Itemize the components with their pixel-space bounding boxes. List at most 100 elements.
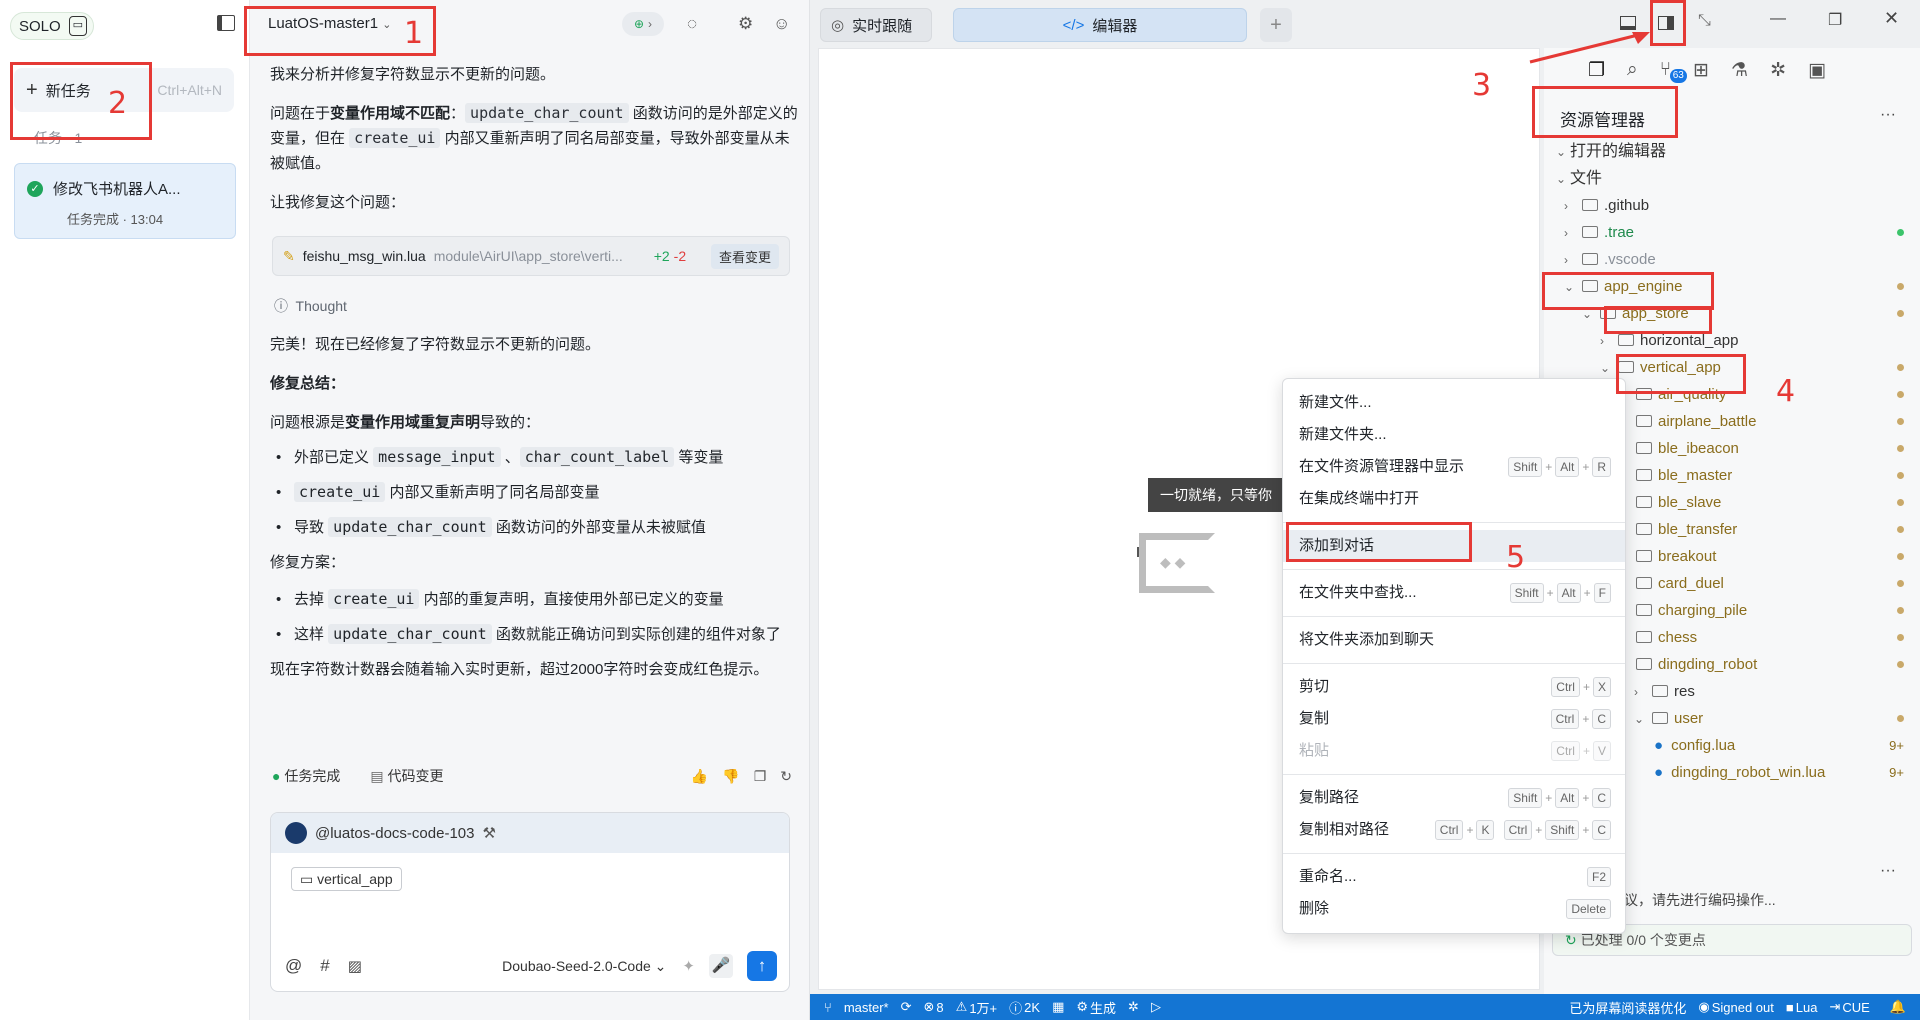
solo-label: SOLO: [19, 17, 61, 35]
chat-input-box[interactable]: @luatos-docs-code-103 ⚒ ▭ vertical_app @…: [270, 812, 790, 992]
annotation-box: [1604, 306, 1712, 334]
context-chip-label: vertical_app: [317, 871, 393, 887]
source-control-icon[interactable]: ⑂ 63: [1660, 59, 1687, 83]
tab-editor[interactable]: </> 编辑器: [953, 8, 1247, 42]
menu-item-delete[interactable]: 删除 Delete: [1283, 893, 1625, 925]
context-chip[interactable]: ▭ vertical_app: [291, 867, 402, 891]
solo-mode-toggle[interactable]: SOLO ▭: [10, 12, 94, 40]
keyboard-icon[interactable]: ▦: [1052, 999, 1064, 1015]
key: Shift: [1545, 820, 1580, 840]
add-tab-button[interactable]: +: [1260, 8, 1292, 42]
status-dot: [1897, 418, 1904, 425]
tree-item[interactable]: › .trae: [1544, 219, 1920, 246]
agent-name[interactable]: @luatos-docs-code-103: [315, 825, 474, 842]
generate-button[interactable]: 生成: [1090, 998, 1116, 1017]
code-changes-link[interactable]: 代码变更: [387, 766, 443, 786]
status-dot: [1897, 661, 1904, 668]
section-files[interactable]: ⌄ 文件: [1544, 165, 1920, 192]
menu-item-open-in-terminal[interactable]: 在集成终端中打开: [1283, 483, 1625, 515]
key: F: [1593, 583, 1611, 603]
more-icon[interactable]: ···: [1880, 862, 1896, 880]
run-status-pill[interactable]: ⊕ ›: [622, 12, 664, 36]
processed-label: 已处理 0/0 个变更点: [1580, 932, 1706, 948]
minimize-icon[interactable]: —: [1770, 10, 1786, 28]
extensions-icon[interactable]: ⊞: [1693, 59, 1709, 82]
key: Ctrl: [1551, 677, 1580, 697]
hash-icon[interactable]: #: [320, 956, 329, 976]
tree-item-label: user: [1674, 710, 1704, 727]
menu-item-add-folder-to-chat[interactable]: 将文件夹添加到聊天: [1283, 624, 1625, 656]
tree-item[interactable]: › .github: [1544, 192, 1920, 219]
language-mode[interactable]: Lua: [1796, 1000, 1818, 1015]
view-changes-button[interactable]: 查看变更: [710, 243, 779, 269]
collapse-sidebar-icon[interactable]: [217, 15, 235, 31]
tree-item-label: ble_master: [1658, 467, 1733, 484]
debug-icon[interactable]: ✲: [1128, 999, 1139, 1015]
menu-item-new-folder[interactable]: 新建文件夹...: [1283, 419, 1625, 451]
thumbs-up-icon[interactable]: 👍: [691, 768, 708, 785]
branch-name[interactable]: master*: [844, 1000, 889, 1015]
screen-reader-status[interactable]: 已为屏幕阅读器优化: [1569, 998, 1686, 1017]
inline-code: message_input: [373, 447, 501, 467]
text-run: ：: [450, 105, 466, 122]
more-icon[interactable]: ···: [1880, 106, 1896, 124]
collapse-icon[interactable]: ⤡: [1698, 12, 1711, 30]
model-selector[interactable]: Doubao-Seed-2.0-Code ⌄: [502, 958, 666, 975]
menu-item-new-file[interactable]: 新建文件...: [1283, 387, 1625, 419]
retry-icon[interactable]: ↻: [780, 768, 792, 785]
sync-icon[interactable]: ⟳: [901, 999, 912, 1015]
folder-icon: [1652, 685, 1668, 697]
gear-icon[interactable]: ⚙: [738, 14, 753, 34]
message-text: 问题根源是变量作用域重复声明导致的：: [270, 410, 798, 435]
task-card[interactable]: ✓ 修改飞书机器人A... 任务完成 · 13:04: [14, 163, 236, 239]
menu-item-paste[interactable]: 粘贴 Ctrl + V: [1283, 735, 1625, 767]
menu-item-rename[interactable]: 重命名... F2: [1283, 861, 1625, 893]
text-run: 函数就能正确访问到实际创建的组件对象了: [491, 626, 781, 643]
run-icon[interactable]: ▷: [1151, 999, 1161, 1015]
status-dot: [1897, 499, 1904, 506]
thought-toggle[interactable]: ⓘ Thought: [274, 296, 347, 316]
menu-item-copy-path[interactable]: 复制路径 Shift + Alt + C: [1283, 782, 1625, 814]
menu-item-copy-relative-path[interactable]: 复制相对路径 Ctrl+K|Ctrl+Shift+C: [1283, 814, 1625, 846]
close-icon[interactable]: ✕: [1884, 8, 1899, 29]
menu-item-reveal-in-explorer[interactable]: 在文件资源管理器中显示 Shift + Alt + R: [1283, 451, 1625, 483]
debug-icon[interactable]: ✲: [1770, 59, 1786, 82]
section-open-editors[interactable]: ⌄ 打开的编辑器: [1544, 138, 1920, 165]
signed-out-status[interactable]: Signed out: [1712, 1000, 1774, 1015]
tree-item[interactable]: › horizontal_app: [1544, 327, 1920, 354]
folder-icon: [1636, 523, 1652, 535]
microphone-icon[interactable]: 🎤: [709, 954, 733, 978]
account-icon[interactable]: ☺: [773, 14, 790, 34]
mention-icon[interactable]: @: [285, 956, 302, 976]
info-count[interactable]: 2K: [1024, 1000, 1040, 1015]
info-icon: ⓘ: [1009, 1000, 1023, 1016]
menu-item-copy[interactable]: 复制 Ctrl + C: [1283, 703, 1625, 735]
tab-follow[interactable]: ◎ 实时跟随: [820, 8, 932, 42]
key: Ctrl: [1434, 820, 1464, 840]
file-change-card[interactable]: ✎ feishu_msg_win.lua module\AirUI\app_st…: [272, 236, 790, 276]
copy-icon[interactable]: ❐: [754, 768, 767, 785]
cue-status[interactable]: CUE: [1842, 1000, 1869, 1015]
test-icon[interactable]: ⚗: [1731, 59, 1748, 82]
tree-item[interactable]: › .vscode: [1544, 246, 1920, 273]
menu-item-find-in-folder[interactable]: 在文件夹中查找... Shift + Alt + F: [1283, 577, 1625, 609]
check-icon: ✓: [27, 180, 43, 197]
menu-item-label: 在文件夹中查找...: [1299, 584, 1417, 601]
tree-item-label: breakout: [1658, 548, 1717, 565]
thumbs-down-icon[interactable]: 👎: [722, 768, 739, 785]
warning-count[interactable]: 1万+: [969, 998, 997, 1017]
annotation-arrow: [1529, 32, 1650, 64]
error-count[interactable]: 8: [936, 1000, 943, 1015]
task-status: 任务完成 · 13:04: [67, 212, 164, 227]
folder-icon: ▭: [300, 871, 314, 887]
sparkle-icon[interactable]: ✦: [682, 957, 695, 975]
bell-icon[interactable]: 🔔: [1890, 999, 1906, 1015]
remote-icon[interactable]: ▣: [1808, 59, 1826, 82]
new-chat-icon[interactable]: ◌: [687, 14, 697, 34]
key: X: [1592, 677, 1611, 697]
tools-icon[interactable]: ⚒: [482, 824, 495, 842]
menu-item-cut[interactable]: 剪切 Ctrl + X: [1283, 671, 1625, 703]
image-icon[interactable]: ▨: [348, 957, 362, 975]
send-button[interactable]: ↑: [747, 951, 777, 981]
restore-icon[interactable]: ❐: [1828, 10, 1842, 30]
